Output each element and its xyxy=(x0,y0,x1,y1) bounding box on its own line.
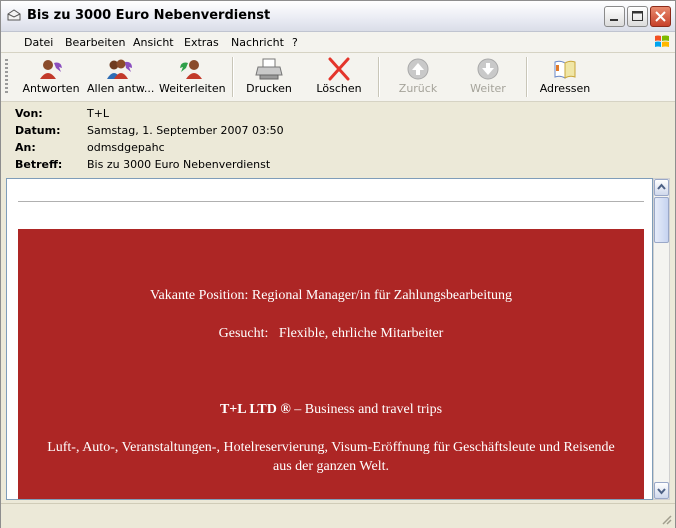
reply-icon xyxy=(40,60,62,79)
subject-label: Betreff: xyxy=(15,158,63,171)
back-label: Zurück xyxy=(398,82,438,95)
body-line-company: T+L LTD ® – Business and travel trips xyxy=(18,402,644,418)
windows-logo-icon xyxy=(655,35,669,47)
body-line-services-cont: aus der ganzen Welt. xyxy=(272,459,389,474)
red-banner: Vakante Position: Regional Manager/in fü… xyxy=(18,229,644,499)
menu-bar: Datei Bearbeiten Ansicht Extras Nachrich… xyxy=(1,32,675,53)
scroll-thumb[interactable] xyxy=(654,197,669,243)
from-row: Von: T+L xyxy=(15,107,109,120)
vertical-scrollbar[interactable] xyxy=(653,178,670,500)
reply-button[interactable]: Antworten xyxy=(21,55,81,99)
company-name: T+L LTD ® xyxy=(219,402,291,417)
to-row: An: odmsdgepahc xyxy=(15,141,165,154)
printer-icon xyxy=(255,58,283,80)
close-button[interactable] xyxy=(650,6,671,27)
next-label: Weiter xyxy=(470,82,506,95)
menu-help[interactable]: ? xyxy=(292,36,298,49)
subject-value: Bis zu 3000 Euro Nebenverdienst xyxy=(87,158,271,171)
subject-row: Betreff: Bis zu 3000 Euro Nebenverdienst xyxy=(15,158,270,171)
status-bar xyxy=(1,503,675,528)
arrow-up-icon xyxy=(407,58,429,80)
maximize-button[interactable] xyxy=(627,6,648,27)
window-title: Bis zu 3000 Euro Nebenverdienst xyxy=(27,8,271,23)
print-button[interactable]: Drucken xyxy=(243,55,295,99)
to-label: An: xyxy=(15,141,36,154)
resize-grip-icon[interactable] xyxy=(660,513,672,525)
addresses-label: Adressen xyxy=(539,82,591,95)
delete-button[interactable]: Löschen xyxy=(313,55,365,99)
title-bar[interactable]: Bis zu 3000 Euro Nebenverdienst xyxy=(1,1,675,32)
date-value: Samstag, 1. September 2007 03:50 xyxy=(87,124,284,137)
menu-ansicht[interactable]: Ansicht xyxy=(133,36,174,49)
forward-label: Weiterleiten xyxy=(159,82,226,95)
address-book-icon xyxy=(554,60,576,79)
addresses-button[interactable]: Adressen xyxy=(537,55,593,99)
menu-extras[interactable]: Extras xyxy=(184,36,219,49)
forward-icon xyxy=(180,60,202,79)
from-value: T+L xyxy=(87,107,110,120)
company-tagline: – Business and travel trips xyxy=(290,402,443,417)
body-line-wanted: Gesucht: Flexible, ehrliche Mitarbeiter xyxy=(218,326,444,341)
arrow-down-icon xyxy=(477,58,499,80)
next-button[interactable]: Weiter xyxy=(463,55,513,99)
message-body[interactable]: Vakante Position: Regional Manager/in fü… xyxy=(6,178,653,500)
date-row: Datum: Samstag, 1. September 2007 03:50 xyxy=(15,124,284,137)
message-header: Von: T+L Datum: Samstag, 1. September 2007… xyxy=(1,102,675,177)
maximize-icon xyxy=(632,11,643,21)
to-value: odmsdgepahc xyxy=(87,141,165,154)
delete-label: Löschen xyxy=(316,82,362,95)
toolbar-separator xyxy=(378,57,380,97)
reply-all-button[interactable]: Allen antw... xyxy=(87,55,155,99)
reply-label: Antworten xyxy=(22,82,80,95)
menu-bearbeiten[interactable]: Bearbeiten xyxy=(65,36,125,49)
body-line-services: Luft-, Auto-, Veranstaltungen-, Hotelres… xyxy=(47,440,615,455)
toolbar-grip[interactable] xyxy=(5,59,8,95)
from-label: Von: xyxy=(15,107,43,120)
minimize-button[interactable] xyxy=(604,6,625,27)
toolbar-separator xyxy=(232,57,234,97)
chevron-up-icon xyxy=(657,183,666,190)
mail-window: Bis zu 3000 Euro Nebenverdienst Datei Be… xyxy=(0,0,676,528)
reply-all-label: Allen antw... xyxy=(87,82,155,95)
toolbar: Antworten Allen antw... Weiterleiten Dru… xyxy=(1,53,675,102)
body-line-position: Vakante Position: Regional Manager/in fü… xyxy=(150,288,512,303)
horizontal-rule xyxy=(18,201,644,202)
back-button[interactable]: Zurück xyxy=(393,55,443,99)
date-label: Datum: xyxy=(15,124,61,137)
chevron-down-icon xyxy=(657,488,666,495)
menu-nachricht[interactable]: Nachricht xyxy=(231,36,284,49)
forward-button[interactable]: Weiterleiten xyxy=(159,55,226,99)
delete-x-icon xyxy=(328,57,350,81)
scroll-down-button[interactable] xyxy=(654,482,669,499)
envelope-icon xyxy=(7,9,21,21)
scroll-up-button[interactable] xyxy=(654,179,669,196)
print-label: Drucken xyxy=(246,82,292,95)
toolbar-separator xyxy=(526,57,528,97)
minimize-icon xyxy=(610,19,618,21)
reply-all-icon xyxy=(107,59,132,79)
close-icon xyxy=(655,11,666,22)
menu-datei[interactable]: Datei xyxy=(24,36,53,49)
